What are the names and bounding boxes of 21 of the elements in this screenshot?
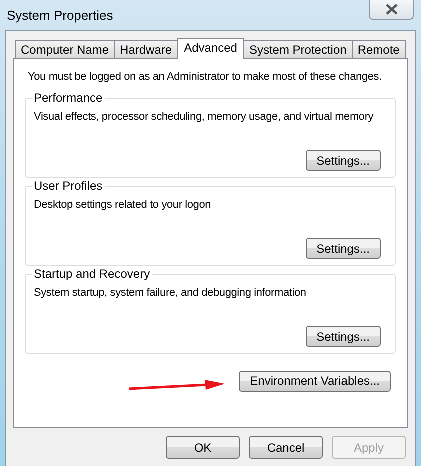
dialog-button[interactable]: OK [166, 436, 240, 459]
group-title: User Profiles [32, 179, 105, 193]
group-description: System startup, system failure, and debugging information [34, 287, 308, 299]
tab[interactable]: Remote [352, 40, 406, 58]
group-description: Desktop settings related to your logon [34, 199, 212, 211]
tab[interactable]: Hardware [114, 40, 178, 58]
tab[interactable]: System Protection [243, 40, 353, 58]
settings-button[interactable]: Settings... [306, 326, 381, 347]
group-title: Startup and Recovery [32, 267, 152, 281]
close-button[interactable] [369, 0, 414, 20]
close-icon [386, 4, 398, 15]
environment-variables-button[interactable]: Environment Variables... [239, 370, 391, 392]
dialog-button[interactable]: Cancel [249, 436, 323, 459]
settings-button[interactable]: Settings... [306, 238, 381, 259]
tab[interactable]: Advanced [177, 38, 244, 59]
settings-button[interactable]: Settings... [306, 150, 381, 171]
window-title: System Properties [6, 8, 114, 22]
notice-text: You must be logged on as an Administrator to make most of these changes. [28, 71, 383, 83]
group-description: Visual effects, processor scheduling, memory usage, and virtual memory [34, 111, 375, 123]
tab[interactable]: Computer Name [15, 40, 116, 58]
group-title: Performance [32, 91, 105, 105]
